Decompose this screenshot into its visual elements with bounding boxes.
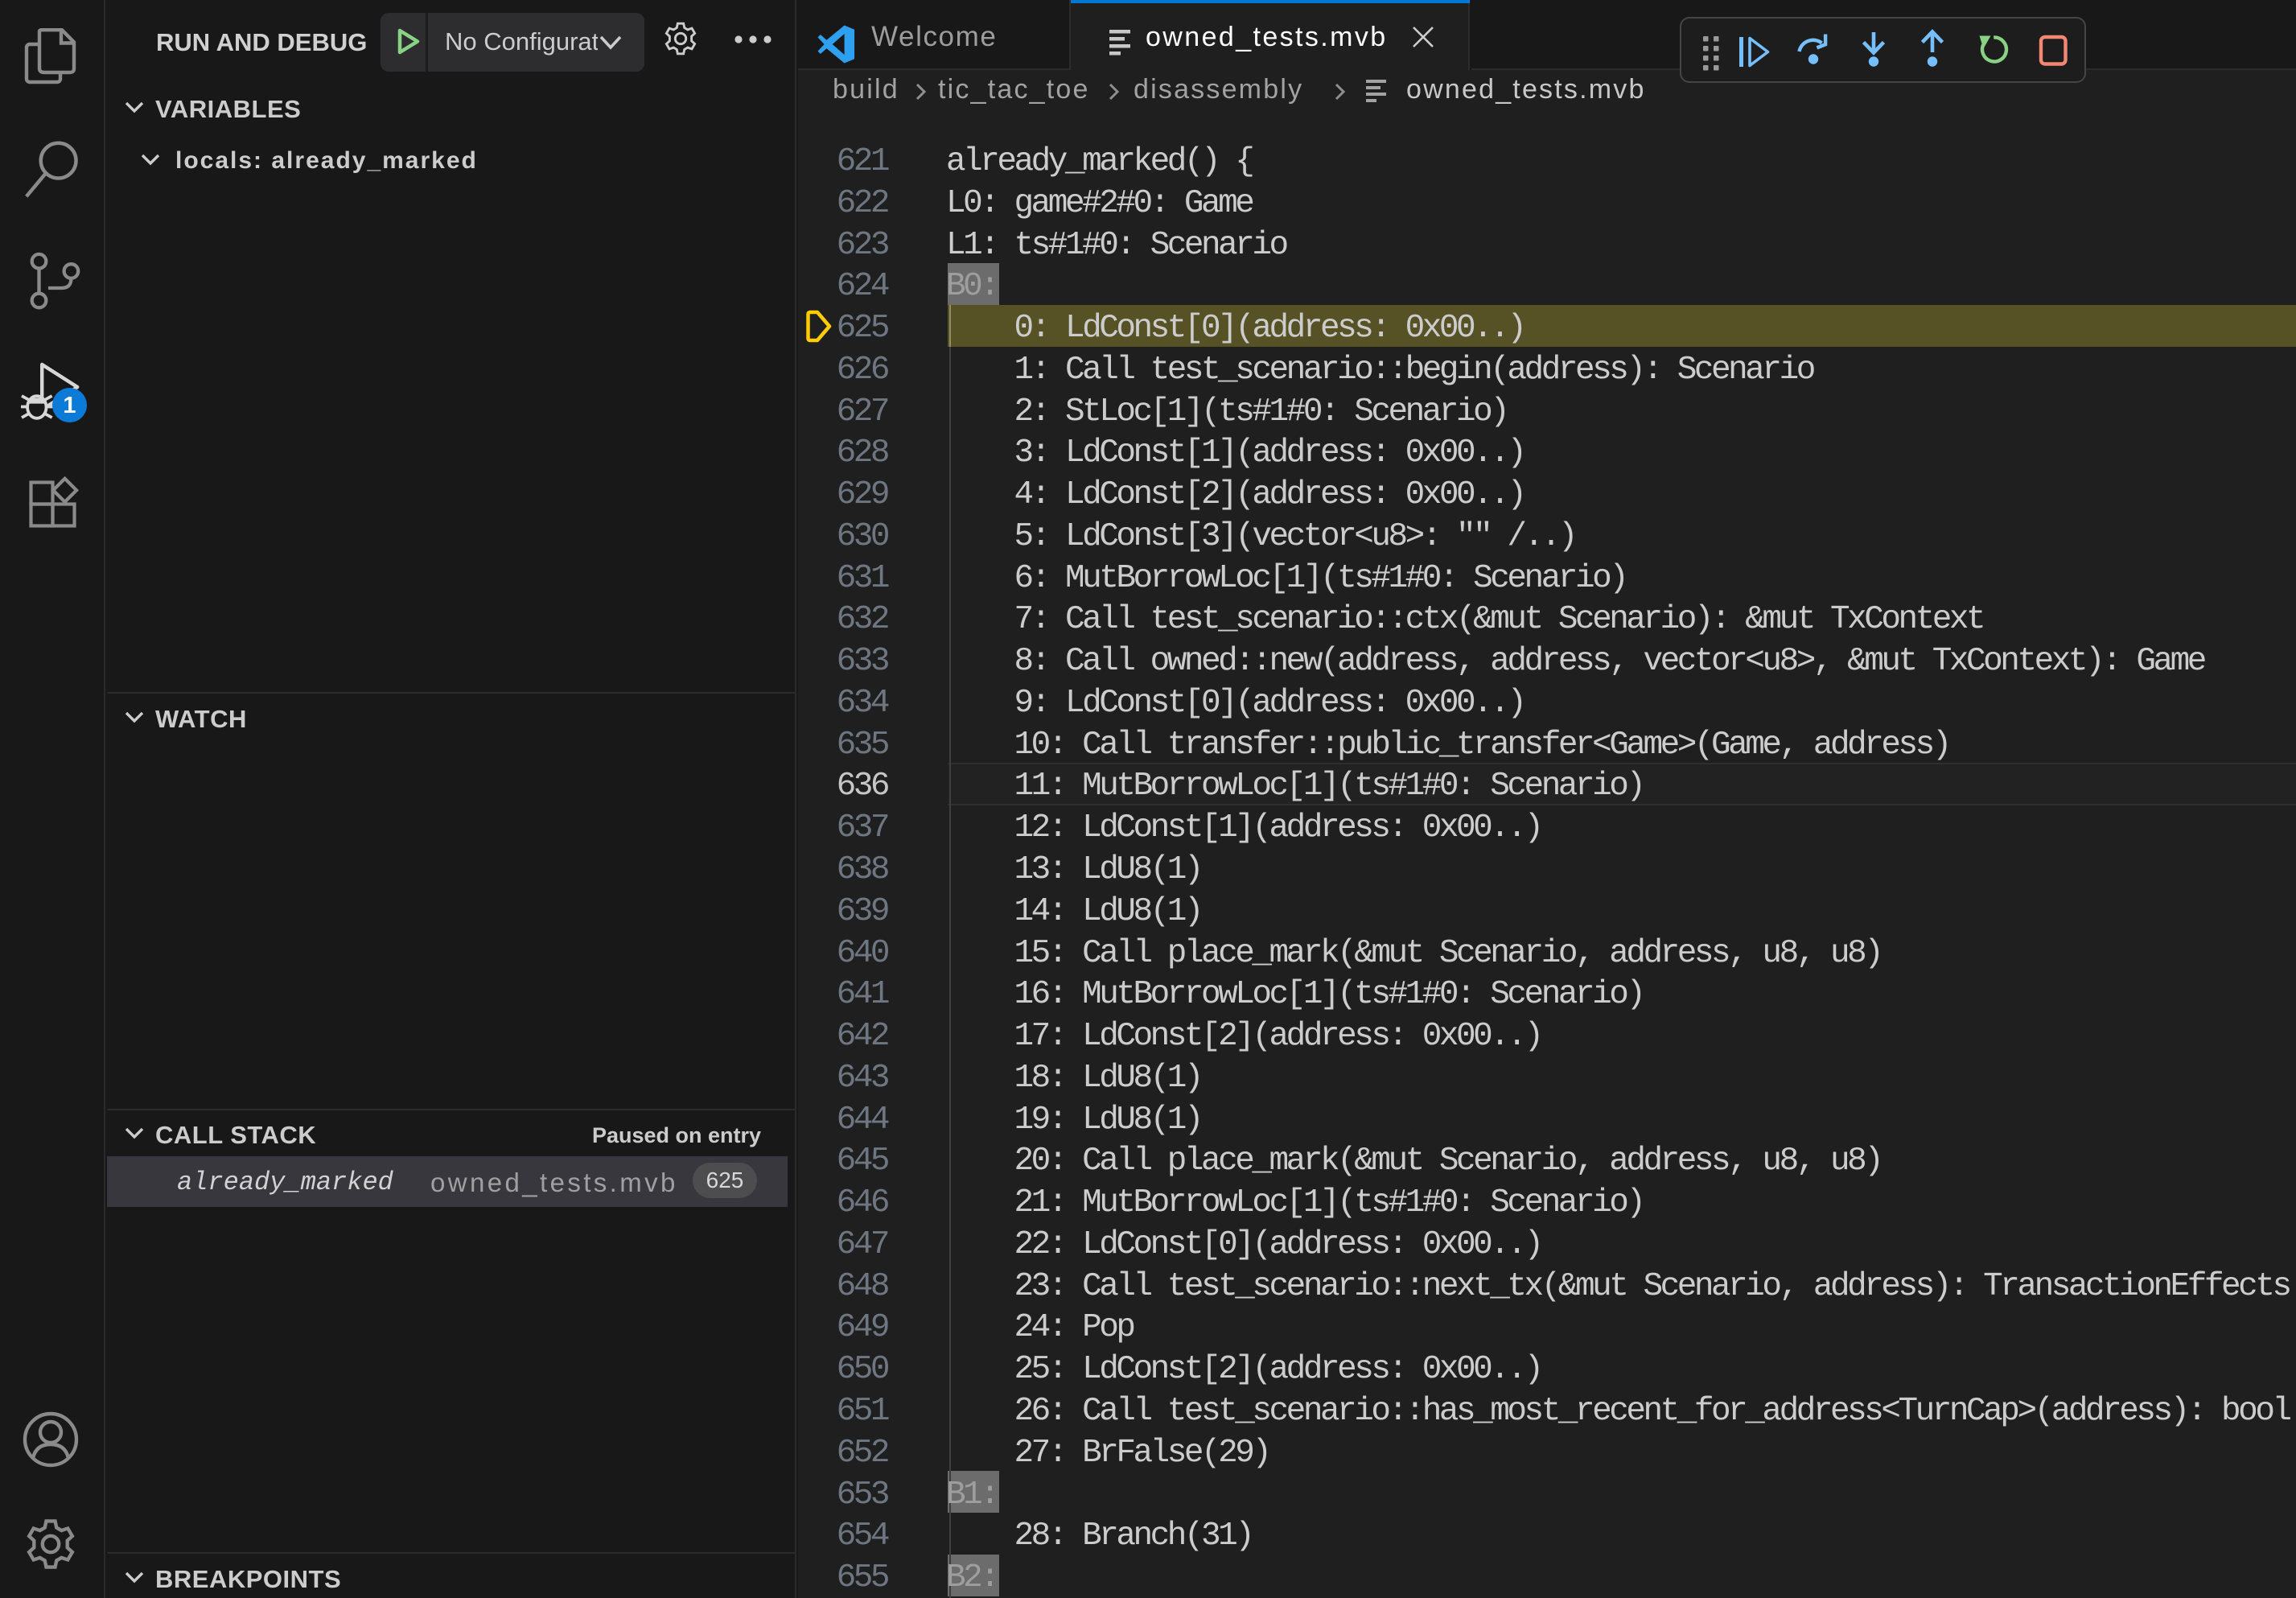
svg-text:1: 1 — [63, 393, 76, 418]
